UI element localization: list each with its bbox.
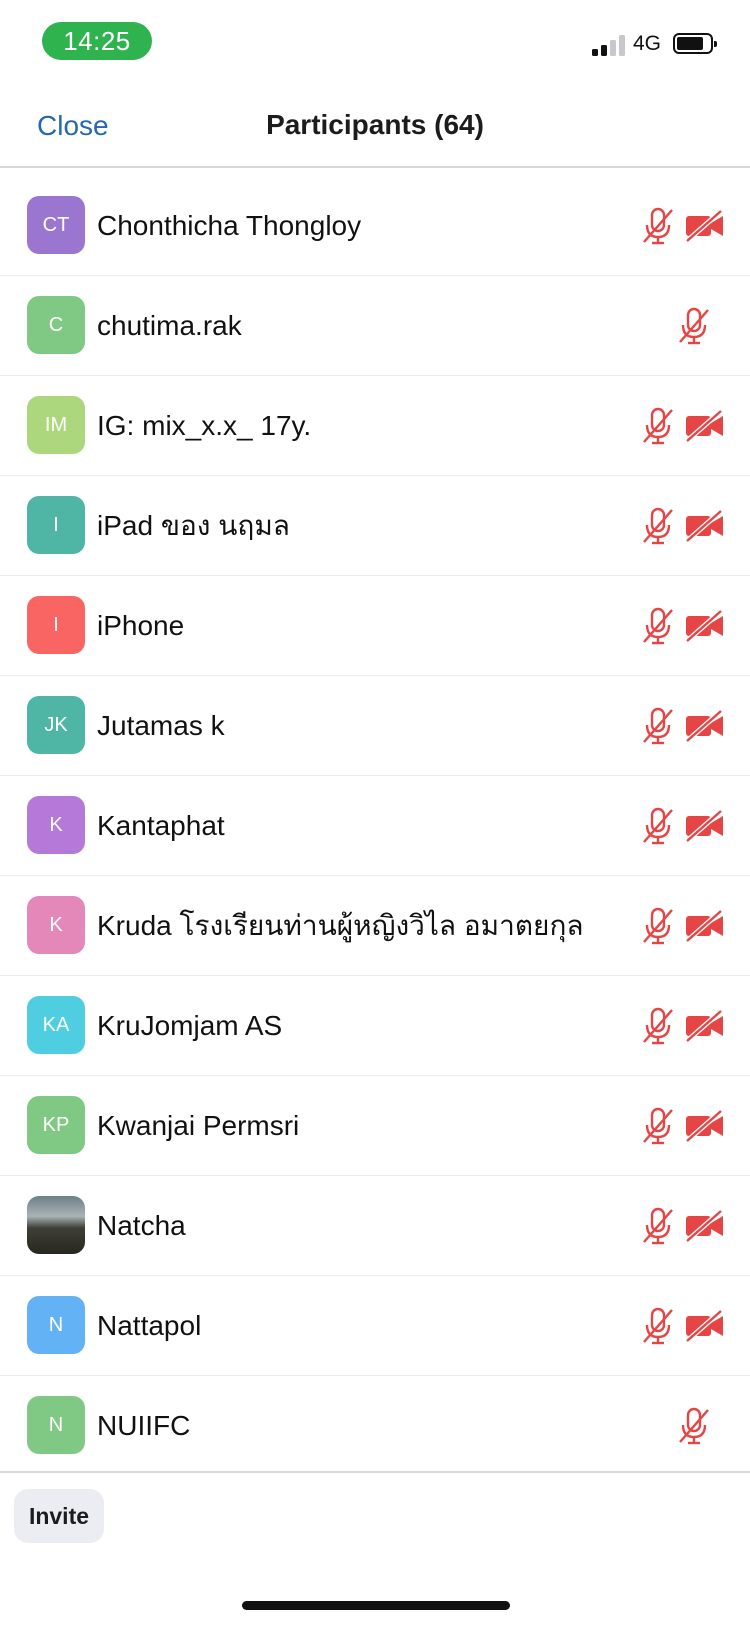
mic-muted-icon xyxy=(640,1006,676,1046)
participant-row[interactable]: JK Jutamas k xyxy=(0,676,750,776)
participant-name: Kwanjai Permsri xyxy=(97,1110,300,1141)
video-off-icon xyxy=(684,809,726,843)
mic-muted-icon xyxy=(640,206,676,246)
bottom-toolbar: Invite xyxy=(0,1471,750,1625)
participant-name: Kantaphat xyxy=(97,810,225,841)
participant-avatar: K xyxy=(27,796,85,854)
cellular-signal-icon xyxy=(592,34,628,56)
participant-row[interactable]: Natcha xyxy=(0,1176,750,1276)
participant-row[interactable]: IM IG: mix_x.x_ 17y. xyxy=(0,376,750,476)
participant-row[interactable]: KP Kwanjai Permsri xyxy=(0,1076,750,1176)
participant-list: CT Chonthicha Thongloy Cchutima.rak IM IG:… xyxy=(0,176,750,1476)
participant-row[interactable]: N Nattapol xyxy=(0,1276,750,1376)
battery-icon xyxy=(673,33,717,54)
video-off-icon xyxy=(684,1209,726,1243)
network-type: 4G xyxy=(633,32,662,55)
mic-muted-icon xyxy=(640,406,676,446)
mic-muted-icon xyxy=(640,1206,676,1246)
participant-avatar: CT xyxy=(27,196,85,254)
participant-name: iPad ของ นฤมล xyxy=(97,510,290,541)
participant-avatar: KA xyxy=(27,996,85,1054)
participant-name: IG: mix_x.x_ 17y. xyxy=(97,410,312,441)
page-title: Participants (64) xyxy=(266,109,484,140)
participant-avatar: I xyxy=(27,496,85,554)
invite-button[interactable]: Invite xyxy=(14,1489,104,1543)
video-off-icon xyxy=(684,1009,726,1043)
participant-avatar: N xyxy=(27,1396,85,1454)
mic-muted-icon xyxy=(640,706,676,746)
participant-name: Natcha xyxy=(97,1210,186,1241)
participant-name: Jutamas k xyxy=(97,710,225,741)
video-off-icon xyxy=(684,1109,726,1143)
participant-row[interactable]: CT Chonthicha Thongloy xyxy=(0,176,750,276)
close-button[interactable]: Close xyxy=(37,110,109,142)
participant-name: NUIIFC xyxy=(97,1410,191,1441)
participant-avatar: I xyxy=(27,596,85,654)
navigation-bar: Participants (64) Close xyxy=(0,80,750,168)
video-off-icon xyxy=(684,909,726,943)
mic-muted-icon xyxy=(676,306,712,346)
mic-muted-icon xyxy=(640,1106,676,1146)
participant-avatar xyxy=(27,1196,85,1254)
mic-muted-icon xyxy=(640,906,676,946)
participant-row[interactable]: KA KruJomjam AS xyxy=(0,976,750,1076)
video-off-icon xyxy=(684,709,726,743)
participant-avatar: KP xyxy=(27,1096,85,1154)
participant-name: Chonthicha Thongloy xyxy=(97,210,362,241)
home-indicator xyxy=(242,1601,510,1610)
status-bar: 14:25 4G xyxy=(0,0,750,80)
participant-row[interactable]: N NUIIFC xyxy=(0,1376,750,1476)
participant-row[interactable]: K Kantaphat xyxy=(0,776,750,876)
participant-avatar: N xyxy=(27,1296,85,1354)
mic-muted-icon xyxy=(640,806,676,846)
participant-name: chutima.rak xyxy=(97,310,242,341)
participant-row[interactable]: K Kruda โรงเรียนท่านผู้หญิงวิไล อมาตยกุล xyxy=(0,876,750,976)
mic-muted-icon xyxy=(676,1406,712,1446)
mic-muted-icon xyxy=(640,506,676,546)
video-off-icon xyxy=(684,609,726,643)
video-off-icon xyxy=(684,209,726,243)
status-time[interactable]: 14:25 xyxy=(42,22,152,60)
participant-avatar: JK xyxy=(27,696,85,754)
participant-row[interactable]: IiPad ของ นฤมล xyxy=(0,476,750,576)
video-off-icon xyxy=(684,1309,726,1343)
mic-muted-icon xyxy=(640,606,676,646)
participant-name: Nattapol xyxy=(97,1310,202,1341)
video-off-icon xyxy=(684,509,726,543)
mic-muted-icon xyxy=(640,1306,676,1346)
participant-row[interactable]: Cchutima.rak xyxy=(0,276,750,376)
participant-name: Kruda โรงเรียนท่านผู้หญิงวิไล อมาตยกุล xyxy=(97,910,584,941)
participant-avatar: IM xyxy=(27,396,85,454)
video-off-icon xyxy=(684,409,726,443)
participant-name: iPhone xyxy=(97,610,185,641)
participant-avatar: C xyxy=(27,296,85,354)
participant-name: KruJomjam AS xyxy=(97,1010,283,1041)
participant-avatar: K xyxy=(27,896,85,954)
participant-row[interactable]: IiPhone xyxy=(0,576,750,676)
